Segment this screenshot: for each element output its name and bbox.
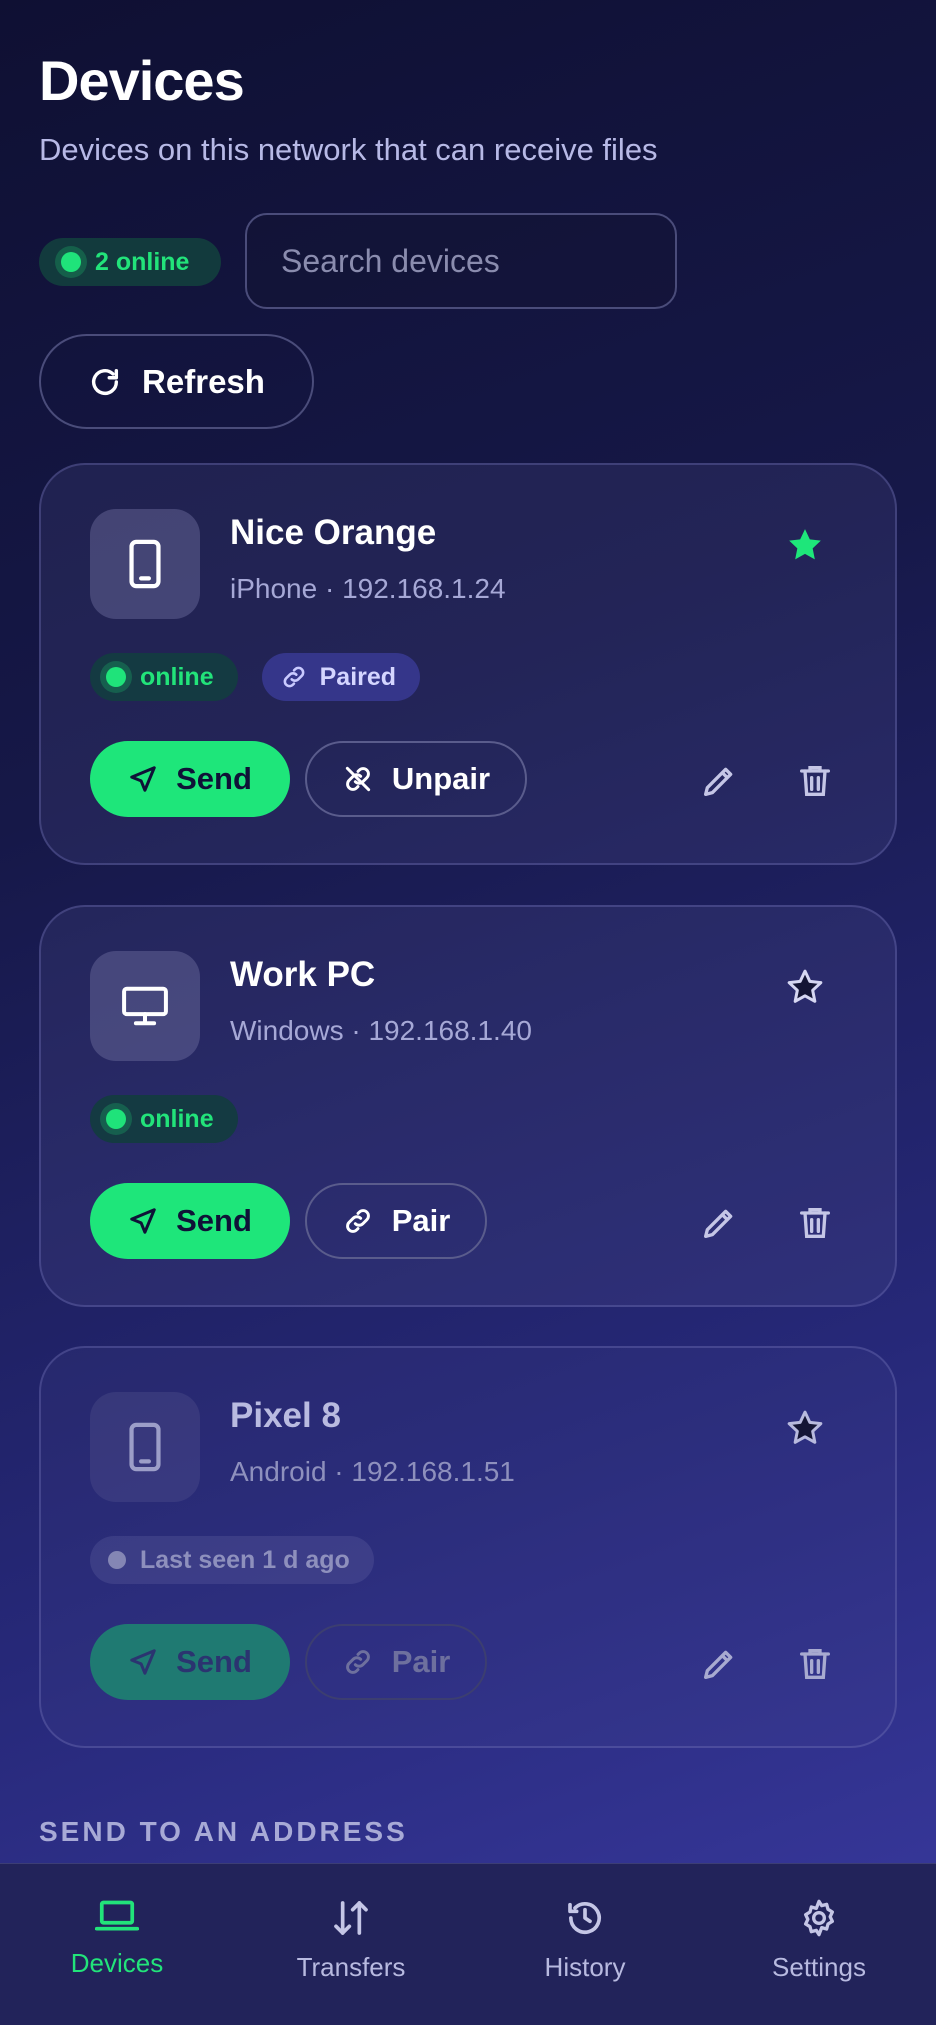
trash-icon[interactable] xyxy=(795,761,835,801)
gear-icon xyxy=(804,1899,834,1937)
link-icon xyxy=(283,666,305,688)
unpair-button[interactable]: Unpair xyxy=(305,741,527,817)
star-outline-icon[interactable] xyxy=(785,1408,825,1448)
star-filled-icon[interactable] xyxy=(785,525,825,565)
paired-label: Paired xyxy=(319,662,397,691)
pair-button[interactable]: Pair xyxy=(305,1624,487,1700)
online-dot-icon xyxy=(106,667,126,687)
online-dot-icon xyxy=(61,252,81,272)
status-label: online xyxy=(140,1104,214,1133)
pair-label: Pair xyxy=(391,1203,451,1238)
refresh-icon xyxy=(92,368,119,395)
paired-badge: Paired xyxy=(261,653,421,701)
send-icon xyxy=(130,766,156,792)
device-card: Work PC Windows · 192.168.1.40 online Se… xyxy=(39,905,897,1307)
phone-icon xyxy=(129,1422,161,1472)
device-name: Nice Orange xyxy=(230,513,437,552)
nav-label: Settings xyxy=(772,1952,866,1982)
send-label: Send xyxy=(176,761,252,796)
refresh-label: Refresh xyxy=(142,362,265,400)
history-icon xyxy=(568,1902,601,1935)
status-badge: online xyxy=(90,653,238,701)
device-type-icon-box xyxy=(90,509,200,619)
refresh-button[interactable]: Refresh xyxy=(39,334,314,429)
unpair-label: Unpair xyxy=(391,761,491,796)
device-name: Work PC xyxy=(230,955,376,994)
device-type-icon-box xyxy=(90,1392,200,1502)
trash-icon[interactable] xyxy=(795,1203,835,1243)
device-meta: Windows · 192.168.1.40 xyxy=(230,1015,532,1046)
bottom-nav: Devices Transfers History Settings xyxy=(0,1863,936,2025)
monitor-icon xyxy=(122,986,168,1026)
edit-icon[interactable] xyxy=(699,1644,739,1684)
devices-screen: Devices Devices on this network that can… xyxy=(0,0,936,2025)
section-heading-send-to-address: SEND TO AN ADDRESS xyxy=(39,1816,408,1847)
device-meta: iPhone · 192.168.1.24 xyxy=(230,573,506,604)
status-label: online xyxy=(140,662,214,691)
send-icon xyxy=(130,1649,156,1675)
star-outline-icon[interactable] xyxy=(785,967,825,1007)
edit-icon[interactable] xyxy=(699,1203,739,1243)
nav-item-settings[interactable]: Settings xyxy=(702,1864,936,2025)
device-card: Nice Orange iPhone · 192.168.1.24 online… xyxy=(39,463,897,865)
online-dot-icon xyxy=(106,1109,126,1129)
send-button[interactable]: Send xyxy=(90,1183,290,1259)
nav-label: Transfers xyxy=(296,1952,406,1982)
pair-button[interactable]: Pair xyxy=(305,1183,487,1259)
nav-label: History xyxy=(544,1952,626,1982)
nav-item-history[interactable]: History xyxy=(468,1864,702,2025)
page-subtitle: Devices on this network that can receive… xyxy=(39,132,658,167)
send-button[interactable]: Send xyxy=(90,741,290,817)
device-name: Pixel 8 xyxy=(230,1396,341,1435)
device-type-icon-box xyxy=(90,951,200,1061)
status-badge: online xyxy=(90,1095,238,1143)
pair-label: Pair xyxy=(391,1644,451,1679)
laptop-icon xyxy=(95,1900,139,1931)
link-icon xyxy=(345,1209,370,1233)
send-icon xyxy=(130,1208,156,1234)
online-count-badge: 2 online xyxy=(39,238,221,286)
device-meta: Android · 192.168.1.51 xyxy=(230,1456,515,1487)
nav-label: Devices xyxy=(70,1948,164,1978)
device-card: Pixel 8 Android · 192.168.1.51 Last seen… xyxy=(39,1346,897,1748)
online-count-label: 2 online xyxy=(95,247,190,276)
status-badge: Last seen 1 d ago xyxy=(90,1536,374,1584)
nav-item-transfers[interactable]: Transfers xyxy=(234,1864,468,2025)
phone-icon xyxy=(129,539,161,589)
link-icon xyxy=(345,1650,370,1674)
unlink-icon xyxy=(345,766,371,792)
offline-dot-icon xyxy=(108,1551,126,1569)
send-button[interactable]: Send xyxy=(90,1624,290,1700)
send-label: Send xyxy=(176,1644,252,1679)
trash-icon[interactable] xyxy=(795,1644,835,1684)
arrows-updown-icon xyxy=(334,1901,368,1935)
edit-icon[interactable] xyxy=(699,761,739,801)
status-label: Last seen 1 d ago xyxy=(140,1545,350,1574)
search-input[interactable] xyxy=(245,213,677,309)
nav-item-devices[interactable]: Devices xyxy=(0,1864,234,2025)
page-title: Devices xyxy=(39,49,245,112)
send-label: Send xyxy=(176,1203,252,1238)
